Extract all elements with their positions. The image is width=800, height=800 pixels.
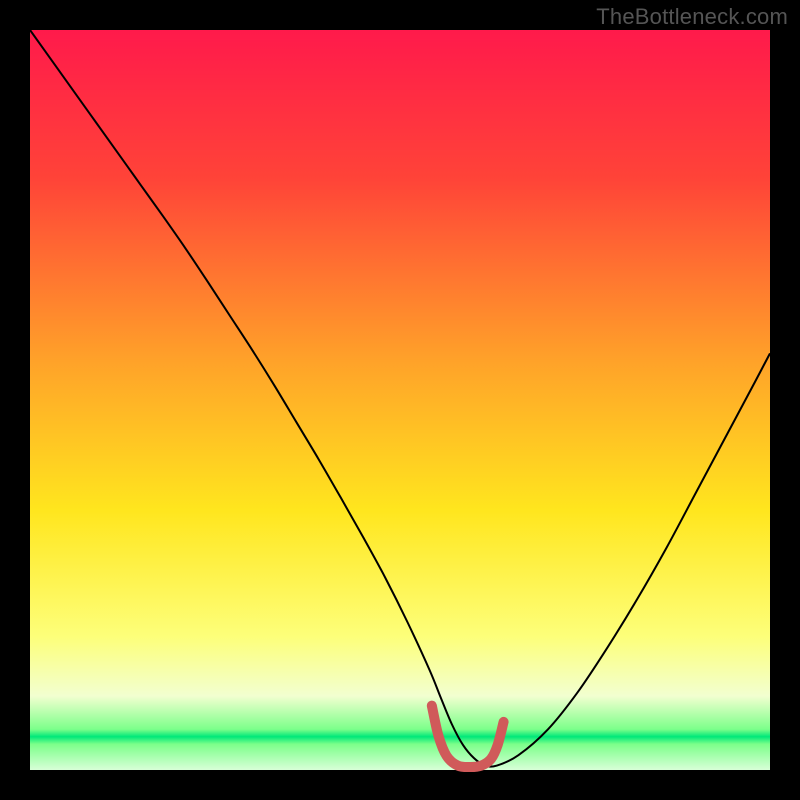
watermark-text: TheBottleneck.com: [596, 4, 788, 30]
chart-frame: TheBottleneck.com: [0, 0, 800, 800]
bottleneck-chart: [0, 0, 800, 800]
gradient-background: [30, 30, 770, 770]
